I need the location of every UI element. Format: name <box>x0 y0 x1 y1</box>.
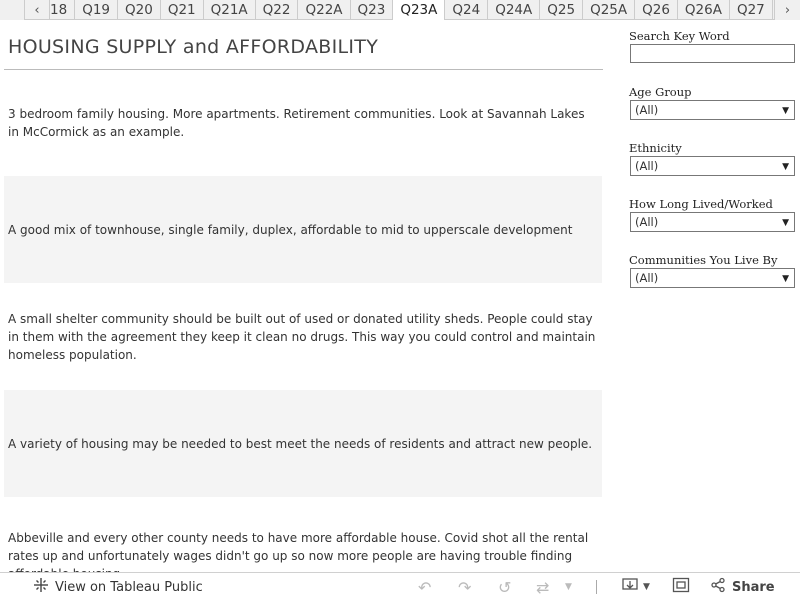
search-label: Search Key Word <box>629 29 730 43</box>
tab-q25a[interactable]: Q25A <box>583 0 636 20</box>
download-icon <box>622 577 640 597</box>
tab-18[interactable]: 18 <box>50 0 76 20</box>
revert-button[interactable]: ↺ <box>498 573 511 600</box>
chevron-right-icon: › <box>784 2 791 18</box>
response-row: 3 bedroom family housing. More apartment… <box>4 70 602 176</box>
responses-table[interactable]: 3 bedroom family housing. More apartment… <box>4 70 602 572</box>
response-row: A good mix of townhouse, single family, … <box>4 176 602 283</box>
tabs-scroll-left-button[interactable]: ‹ <box>25 0 50 20</box>
tab-q27[interactable]: Q27 <box>730 0 773 20</box>
pause-dropdown-button[interactable]: ▼ <box>565 573 572 600</box>
refresh-icon: ⇄ <box>536 577 550 597</box>
age-group-filter: Age Group (All) ▼ <box>629 84 795 120</box>
download-button[interactable]: ▼ <box>622 573 650 600</box>
pause-dropdown-icon: ▼ <box>565 582 572 592</box>
tab-q24[interactable]: Q24 <box>445 0 489 20</box>
tab-q21a[interactable]: Q21A <box>204 0 256 20</box>
tab-q22a[interactable]: Q22A <box>298 0 351 20</box>
ethnicity-value: (All) <box>635 159 659 173</box>
tab-q25[interactable]: Q25 <box>540 0 584 20</box>
dropdown-caret-icon: ▼ <box>782 162 789 172</box>
tab-q22[interactable]: Q22 <box>256 0 299 20</box>
chevron-left-icon: ‹ <box>34 2 40 18</box>
revert-icon: ↺ <box>498 577 512 597</box>
ethnicity-select[interactable]: (All) ▼ <box>630 156 795 176</box>
tab-q20[interactable]: Q20 <box>118 0 161 20</box>
share-icon <box>710 577 726 597</box>
redo-icon: ↷ <box>458 577 472 597</box>
how-long-value: (All) <box>635 215 659 229</box>
how-long-select[interactable]: (All) ▼ <box>630 212 795 232</box>
toolbar-separator <box>596 580 597 594</box>
redo-button[interactable]: ↷ <box>458 573 471 600</box>
how-long-filter: How Long Lived/Worked (All) ▼ <box>629 196 795 232</box>
response-text: A variety of housing may be needed to be… <box>8 436 593 451</box>
response-row: A small shelter community should be buil… <box>4 283 602 390</box>
view-on-tableau-public-label: View on Tableau Public <box>55 579 203 595</box>
age-group-value: (All) <box>635 103 659 117</box>
search-filter: Search Key Word <box>629 28 795 63</box>
tableau-toolbar: View on Tableau Public ↶ ↷ ↺ ⇄ ▼ ▼ Share <box>0 572 800 600</box>
tab-q21[interactable]: Q21 <box>161 0 204 20</box>
response-text: Abbeville and every other county needs t… <box>8 531 589 572</box>
ethnicity-label: Ethnicity <box>629 141 682 155</box>
page-title: HOUSING SUPPLY and AFFORDABILITY <box>8 36 379 58</box>
tab-q23[interactable]: Q23 <box>351 0 394 20</box>
download-dropdown-icon: ▼ <box>643 582 650 592</box>
communities-label: Communities You Live By <box>629 253 778 267</box>
response-text: A good mix of townhouse, single family, … <box>8 222 573 237</box>
fullscreen-icon <box>672 577 690 597</box>
response-text: A small shelter community should be buil… <box>8 311 596 362</box>
age-group-label: Age Group <box>629 85 692 99</box>
dropdown-caret-icon: ▼ <box>782 106 789 116</box>
tab-bar-cap <box>0 0 25 20</box>
tableau-logo-icon <box>33 577 49 597</box>
how-long-label: How Long Lived/Worked <box>629 197 773 211</box>
tabs-scroll-right-button[interactable]: › <box>774 0 800 20</box>
refresh-button[interactable]: ⇄ <box>536 573 549 600</box>
tab-q26[interactable]: Q26 <box>635 0 678 20</box>
age-group-select[interactable]: (All) ▼ <box>630 100 795 120</box>
undo-icon: ↶ <box>418 577 432 597</box>
sheet-tabs: 18 Q19 Q20 Q21 Q21A Q22 Q22A Q23 Q23A Q24 Q24A Q25 Q… <box>50 0 774 20</box>
tab-q23a[interactable]: Q23A <box>393 0 446 20</box>
dropdown-caret-icon: ▼ <box>782 218 789 228</box>
tab-q24a[interactable]: Q24A <box>488 0 541 20</box>
undo-button[interactable]: ↶ <box>418 573 431 600</box>
response-row: Abbeville and every other county needs t… <box>4 497 602 572</box>
communities-value: (All) <box>635 271 659 285</box>
view-on-tableau-public-link[interactable]: View on Tableau Public <box>33 573 203 600</box>
search-input[interactable] <box>630 44 795 63</box>
share-label: Share <box>732 579 775 595</box>
communities-filter: Communities You Live By (All) ▼ <box>629 252 795 288</box>
response-row: A variety of housing may be needed to be… <box>4 390 602 497</box>
tab-q19[interactable]: Q19 <box>75 0 118 20</box>
response-text: 3 bedroom family housing. More apartment… <box>8 107 585 139</box>
communities-select[interactable]: (All) ▼ <box>630 268 795 288</box>
tab-q26a[interactable]: Q26A <box>678 0 730 20</box>
sheet-tab-bar: ‹ 18 Q19 Q20 Q21 Q21A Q22 Q22A Q23 Q23A Q24 Q24A Q2… <box>0 0 800 20</box>
dropdown-caret-icon: ▼ <box>782 274 789 284</box>
ethnicity-filter: Ethnicity (All) ▼ <box>629 140 795 176</box>
fullscreen-button[interactable] <box>672 573 690 600</box>
share-button[interactable]: Share <box>710 573 775 600</box>
